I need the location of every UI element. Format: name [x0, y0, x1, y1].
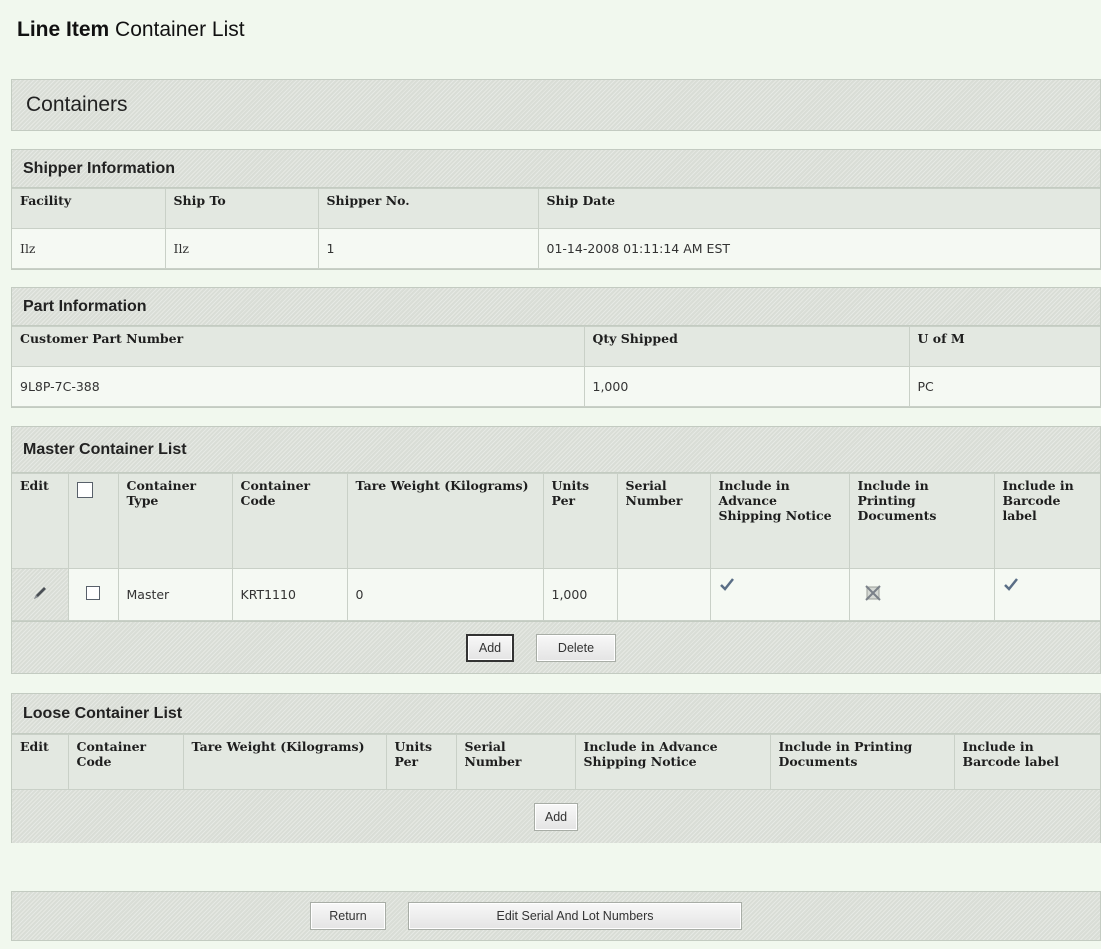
- col-qty-shipped: Qty Shipped: [583, 326, 910, 367]
- cell-facility: Ilz: [12, 228, 166, 269]
- part-information-table: Customer Part Number Qty Shipped U of M …: [12, 326, 1100, 407]
- shipper-information-panel: Shipper Information Facility Ship To Shi…: [11, 149, 1101, 270]
- col-u-of-m: U of M: [908, 326, 1100, 367]
- select-all-checkbox[interactable]: [76, 482, 93, 498]
- loose-container-table: Edit Container Code Tare Weight (Kilogra…: [12, 734, 1100, 790]
- table-row: Master KRT1110 0 1,000: [12, 568, 1100, 621]
- loose-add-button[interactable]: Add: [534, 802, 578, 831]
- cell-include-barcode: [993, 568, 1100, 621]
- col-serial-number: Serial Number: [455, 734, 576, 790]
- shipper-information-table: Facility Ship To Shipper No. Ship Date I…: [12, 188, 1100, 269]
- page-title-rest: Container List: [109, 18, 245, 41]
- col-facility: Facility: [12, 188, 166, 229]
- col-edit: Edit: [12, 473, 69, 569]
- col-include-barcode: Include in Barcode label: [993, 473, 1100, 569]
- footer-button-bar: Return Edit Serial And Lot Numbers: [11, 891, 1101, 941]
- col-container-type: Container Type: [117, 473, 233, 569]
- cell-container-type: Master: [117, 568, 233, 621]
- col-serial-number: Serial Number: [616, 473, 711, 569]
- containers-header: Containers: [11, 79, 1101, 131]
- edit-serial-lot-button[interactable]: Edit Serial And Lot Numbers: [408, 902, 742, 930]
- master-delete-button[interactable]: Delete: [536, 633, 616, 662]
- cell-units-per: 1,000: [542, 568, 618, 621]
- col-shipper-no: Shipper No.: [317, 188, 539, 229]
- pencil-icon[interactable]: [31, 584, 49, 602]
- col-ship-date: Ship Date: [537, 188, 1100, 229]
- cell-include-printing: [848, 568, 995, 621]
- col-customer-part-number: Customer Part Number: [12, 326, 585, 367]
- edit-cell: [12, 568, 69, 621]
- cell-ship-date: 01-14-2008 01:11:14 AM EST: [537, 228, 1100, 269]
- cell-qty-shipped: 1,000: [583, 366, 910, 407]
- cell-ship-to: Ilz: [164, 228, 319, 269]
- cell-u-of-m: PC: [908, 366, 1100, 407]
- master-container-panel: Master Container List Edit Container Typ…: [11, 426, 1101, 674]
- cell-serial-number: [616, 568, 711, 621]
- col-container-code: Container Code: [67, 734, 184, 790]
- cell-tare-weight: 0: [346, 568, 544, 621]
- col-ship-to: Ship To: [164, 188, 319, 229]
- col-include-barcode: Include in Barcode label: [953, 734, 1100, 790]
- col-include-asn: Include in Advance Shipping Notice: [709, 473, 850, 569]
- cell-container-code: KRT1110: [231, 568, 348, 621]
- loose-container-panel: Loose Container List Edit Container Code…: [11, 693, 1101, 843]
- master-button-bar: Add Delete: [12, 621, 1100, 673]
- row-checkbox[interactable]: [86, 586, 100, 600]
- master-container-title: Master Container List: [12, 427, 1100, 473]
- page-title-bold: Line Item: [17, 18, 110, 41]
- col-select-all: [67, 473, 119, 569]
- col-include-asn: Include in Advance Shipping Notice: [574, 734, 771, 790]
- col-tare-weight: Tare Weight (Kilograms): [346, 473, 544, 569]
- return-button[interactable]: Return: [310, 902, 386, 930]
- col-container-code: Container Code: [231, 473, 348, 569]
- col-units-per: Units Per: [542, 473, 618, 569]
- check-icon: [719, 578, 734, 591]
- loose-button-bar: Add: [12, 790, 1100, 843]
- check-icon: [1003, 578, 1018, 591]
- part-information-title: Part Information: [12, 288, 1100, 326]
- row-select-cell: [67, 568, 119, 621]
- col-units-per: Units Per: [385, 734, 457, 790]
- col-tare-weight: Tare Weight (Kilograms): [182, 734, 387, 790]
- col-include-printing: Include in Printing Documents: [848, 473, 995, 569]
- col-edit: Edit: [12, 734, 69, 790]
- master-add-button[interactable]: Add: [466, 633, 514, 662]
- part-information-panel: Part Information Customer Part Number Qt…: [11, 287, 1101, 408]
- shipper-information-title: Shipper Information: [12, 150, 1100, 188]
- col-include-printing: Include in Printing Documents: [769, 734, 955, 790]
- loose-container-title: Loose Container List: [12, 694, 1100, 734]
- x-icon: [864, 585, 881, 601]
- cell-shipper-no: 1: [317, 228, 539, 269]
- master-container-table: Edit Container Type Container Code Tare …: [12, 473, 1100, 621]
- page-title: Line Item Container List: [17, 18, 245, 42]
- cell-include-asn: [709, 568, 850, 621]
- cell-customer-part-number: 9L8P-7C-388: [12, 366, 585, 407]
